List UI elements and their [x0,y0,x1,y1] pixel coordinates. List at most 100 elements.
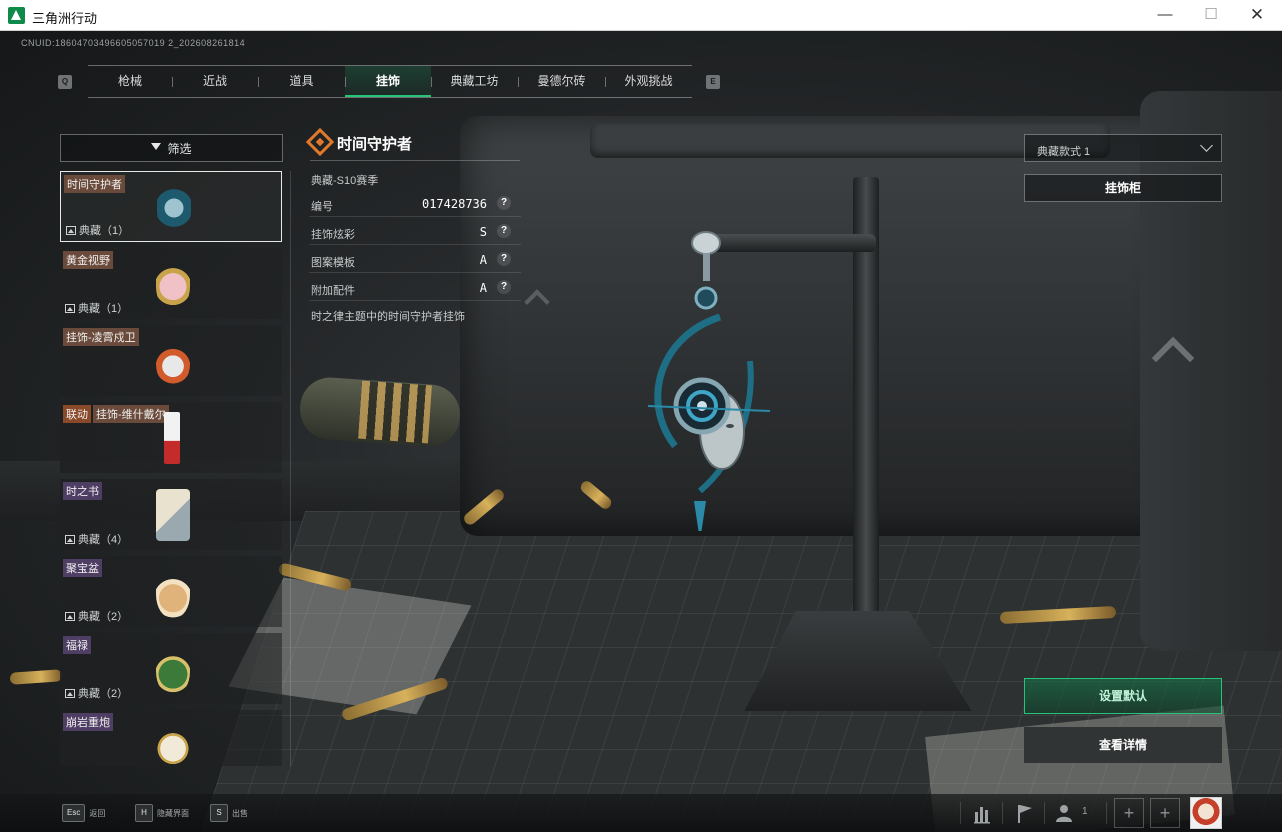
bar-separator [960,802,961,824]
charm-list[interactable]: 时间守护者 典藏（1） 黄金视野 典藏（1） 挂饰-凌霄戍卫 联动 挂饰-维什戴… [60,171,284,766]
hint-label: 出售 [232,808,248,818]
nav-prev-key[interactable]: Q [58,75,72,89]
help-icon[interactable]: ? [497,280,511,294]
row-value: A [479,281,487,295]
hint-label: 返回 [89,808,106,818]
player-uid: CNUID:18604703496605057019 2_20260826181… [21,38,246,48]
item-thumbnail [156,720,190,766]
charm-cabinet-button[interactable]: 挂饰柜 [1024,174,1222,202]
team-count: 1 [1082,806,1088,817]
row-label: 图案模板 [311,257,355,269]
filter-button[interactable]: 筛选 [60,134,283,162]
image-icon [66,225,76,235]
hint-sell[interactable]: S 出售 [210,804,248,822]
item-name: 挂饰-凌霄戍卫 [63,328,139,346]
help-icon[interactable]: ? [497,224,511,238]
row-label: 编号 [311,201,333,213]
image-icon [65,303,75,313]
tab-mandel-brick[interactable]: 曼德尔砖 [518,66,605,97]
item-count: 典藏（2） [65,608,128,624]
maximize-button[interactable]: ☐ [1188,0,1234,30]
item-count: 典藏（2） [65,685,128,701]
list-item[interactable]: 福禄 典藏（2） [60,633,282,704]
window-title-bar: 三角洲行动 — ☐ ✕ [0,0,1282,31]
tab-collection-workshop[interactable]: 典藏工坊 [431,66,518,97]
list-item[interactable]: 黄金视野 典藏（1） [60,248,282,319]
flag-icon[interactable] [1006,796,1042,830]
row-value: A [479,253,487,267]
help-icon[interactable]: ? [497,196,511,210]
row-value: S [479,225,487,239]
bottom-bar: Esc 返回 H 隐藏界面 S 出售 1 + + [0,794,1282,832]
list-item[interactable]: 时之书 典藏（4） [60,479,282,550]
close-button[interactable]: ✕ [1234,0,1280,30]
detail-row-color: 挂饰炫彩 S ? [309,219,521,245]
add-slot-button[interactable]: + [1150,798,1180,828]
pendant-preview[interactable] [630,231,790,531]
add-slot-button[interactable]: + [1114,798,1144,828]
set-default-button[interactable]: 设置默认 [1024,678,1222,714]
title-divider [310,160,520,161]
item-thumbnail [156,643,190,695]
item-count: 典藏（1） [65,300,128,316]
view-details-button[interactable]: 查看详情 [1024,727,1222,763]
item-thumbnail [156,258,190,310]
hint-back[interactable]: Esc 返回 [62,804,105,822]
list-item[interactable]: 时间守护者 典藏（1） [60,171,282,242]
minimize-button[interactable]: — [1142,0,1188,30]
image-icon [65,534,75,544]
hint-label: 隐藏界面 [157,808,189,818]
style-select-value: 典藏款式 1 [1037,146,1091,158]
hint-hide-ui[interactable]: H 隐藏界面 [135,804,189,822]
list-divider [290,171,291,766]
item-count-text: 典藏（1） [78,303,129,315]
tab-melee[interactable]: 近战 [172,66,258,97]
team-icon[interactable] [1050,796,1080,830]
help-icon[interactable]: ? [497,252,511,266]
bar-separator [1044,802,1045,824]
collab-tag: 联动 [63,405,91,423]
tab-appearance-challenge[interactable]: 外观挑战 [605,66,692,97]
chevron-down-icon [1200,139,1213,152]
tab-firearms[interactable]: 枪械 [88,66,172,97]
list-item[interactable]: 崩岩重炮 [60,710,282,766]
detail-row-pattern: 图案模板 A ? [309,247,521,273]
list-item[interactable]: 联动 挂饰-维什戴尔 [60,402,282,473]
rarity-diamond-icon [305,127,335,157]
detail-row-serial: 编号 017428736 ? [309,191,521,217]
item-count: 典藏（4） [65,531,128,547]
hint-key: Esc [62,804,86,822]
category-tabs: 枪械 近战 道具 挂饰 典藏工坊 曼德尔砖 外观挑战 [88,65,692,98]
hint-key: H [135,804,153,822]
item-thumbnail [156,489,190,541]
bar-separator [1106,802,1107,824]
row-label: 挂饰炫彩 [311,229,355,241]
tab-charms[interactable]: 挂饰 [345,66,431,97]
item-count: 典藏（1） [66,222,129,238]
row-value: 017428736 [421,197,487,211]
item-count-text: 典藏（4） [78,534,129,546]
item-name: 黄金视野 [63,251,113,269]
hint-key: S [210,804,228,822]
nav-next-key[interactable]: E [706,75,720,89]
item-name: 时之书 [63,482,102,500]
stats-icon[interactable] [964,796,1000,830]
player-avatar[interactable] [1190,797,1222,829]
item-count-text: 典藏（2） [78,611,129,623]
tab-items[interactable]: 道具 [258,66,345,97]
detail-row-attachment: 附加配件 A ? [309,275,521,301]
item-name: 时间守护者 [64,175,125,193]
item-thumbnail [156,566,190,618]
item-thumbnail [164,412,180,464]
bullet-prop [9,669,63,685]
bottle-label [358,380,432,444]
row-label: 附加配件 [311,285,355,297]
item-thumbnail [157,182,191,234]
list-item[interactable]: 挂饰-凌霄戍卫 [60,325,282,396]
style-select[interactable]: 典藏款式 1 [1024,134,1222,162]
item-name: 挂饰-维什戴尔 [93,405,169,423]
item-name: 福禄 [63,636,91,654]
list-item[interactable]: 聚宝盆 典藏（2） [60,556,282,627]
window-title: 三角洲行动 [32,11,98,26]
item-title: 时间守护者 [337,136,413,153]
